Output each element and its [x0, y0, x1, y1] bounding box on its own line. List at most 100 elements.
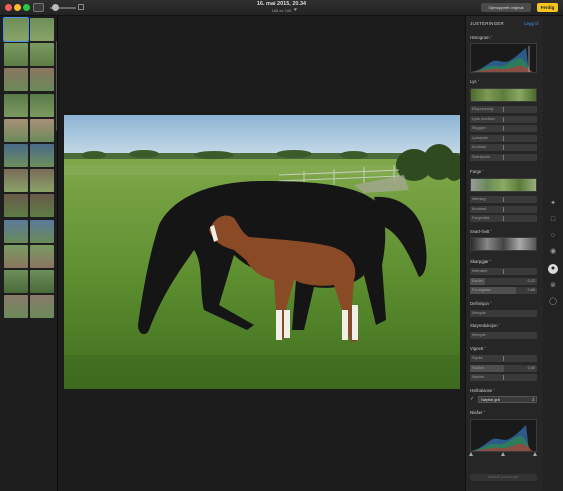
slider-tick: [503, 269, 504, 274]
retouch-icon[interactable]: ●: [548, 264, 558, 274]
thumbnail-item[interactable]: [4, 194, 28, 218]
sharpen-slider[interactable]: Formgjalse 0,68: [470, 287, 537, 295]
eyedropper-icon[interactable]: ✓: [470, 396, 476, 402]
slider-value: 0,22: [527, 278, 535, 283]
noise-section-header[interactable]: Støyreduksjon ˇ: [470, 323, 500, 328]
thumbnail-item[interactable]: [30, 93, 54, 117]
light-slider[interactable]: Lysstyrke: [470, 134, 537, 142]
edit-tools-column: ✦ □ ○ ◉ ● ⊗ ◯: [543, 16, 563, 491]
slider-tick: [503, 206, 504, 212]
light-slider[interactable]: Skygger: [470, 125, 537, 133]
slider-label: Radius: [472, 365, 484, 370]
slider-label: Styrke: [472, 356, 483, 360]
thumbnail-item[interactable]: [30, 68, 54, 92]
thumbnail-item[interactable]: [4, 68, 28, 92]
definition-amount-label: Mengde: [472, 311, 486, 315]
extensions-icon[interactable]: ◯: [548, 297, 558, 307]
definition-section-header[interactable]: Definisjon ˇ: [470, 301, 492, 306]
thumbnail-item[interactable]: [4, 118, 28, 142]
thumbnail-item[interactable]: [30, 244, 54, 268]
definition-amount-slider[interactable]: Mengde: [470, 310, 537, 317]
light-slider[interactable]: Lyse områder: [470, 115, 537, 123]
crop-icon[interactable]: □: [548, 215, 558, 225]
sharpen-slider[interactable]: Kanter 0,22: [470, 277, 537, 285]
color-section-header[interactable]: Farge ˇ: [470, 169, 484, 174]
light-slider[interactable]: Eksponering: [470, 106, 537, 113]
vignette-section-header[interactable]: Vignett ˇ: [470, 346, 486, 351]
levels-histogram[interactable]: [470, 419, 537, 452]
levels-handles[interactable]: [469, 452, 539, 458]
redeye-icon[interactable]: ⊗: [548, 281, 558, 291]
histogram-header[interactable]: Histogram ˇ: [470, 35, 492, 40]
color-slider[interactable]: Metning: [470, 196, 537, 203]
thumbnail-item[interactable]: [30, 43, 54, 67]
vignette-slider[interactable]: Radius 0,50: [470, 364, 537, 372]
slider-tick: [503, 116, 504, 122]
horse-photo: [64, 115, 460, 389]
thumbnail-scrollbar[interactable]: [56, 41, 57, 131]
photo-canvas[interactable]: [59, 16, 465, 491]
slider-label: Mykhet: [472, 375, 485, 380]
slider-tick: [503, 216, 504, 222]
thumbnail-item[interactable]: [4, 144, 28, 167]
thumbnail-item[interactable]: [3, 17, 29, 42]
light-preview-strip[interactable]: [470, 88, 537, 102]
thumbnail-item[interactable]: [30, 219, 54, 243]
reset-adjustments-button[interactable]: Nullstill justeringer: [470, 474, 537, 481]
white-balance-header[interactable]: Hvitbalanse ˇ: [470, 388, 495, 393]
white-balance-dropdown[interactable]: Nøytral grå ⇕: [478, 396, 537, 403]
adjustments-panel: JUSTERINGER Legg til Histogram ˇ Lys ˇ F…: [465, 16, 543, 491]
levels-section-header[interactable]: Nivåer ˇ: [470, 410, 485, 415]
slider-label: Kontrast: [472, 145, 487, 150]
thumbnail-item[interactable]: [30, 194, 54, 218]
thumbnail-item[interactable]: [4, 270, 28, 293]
color-preview-strip[interactable]: [470, 178, 537, 192]
panel-title: JUSTERINGER: [470, 21, 504, 26]
slider-value: 0,50: [527, 365, 535, 370]
bw-section-header[interactable]: Svart-hvitt ˇ: [470, 229, 492, 234]
slider-tick: [503, 126, 504, 132]
sharpen-section-header[interactable]: Skarpgjør ˇ: [470, 259, 491, 264]
photo-count: 166 av 166: [271, 8, 292, 13]
thumbnail-item[interactable]: [30, 18, 54, 41]
thumbnail-item[interactable]: [4, 295, 28, 319]
slider-label: Kontrast: [472, 206, 487, 211]
light-slider[interactable]: Kontrast: [470, 144, 537, 152]
thumbnail-item[interactable]: [4, 43, 28, 67]
thumbnail-item[interactable]: [30, 144, 54, 167]
color-slider[interactable]: Kontrast: [470, 205, 537, 213]
vignette-slider[interactable]: Mykhet: [470, 374, 537, 382]
revert-original-button[interactable]: Gjenopprett original: [481, 3, 531, 12]
slider-tick: [503, 135, 504, 141]
light-slider[interactable]: Svartpunkt: [470, 154, 537, 161]
thumbnail-item[interactable]: [4, 244, 28, 268]
vignette-slider[interactable]: Styrke: [470, 355, 537, 362]
filters-icon[interactable]: ○: [548, 231, 558, 241]
done-button[interactable]: Ferdig: [537, 3, 558, 12]
thumbnail-strip[interactable]: [0, 16, 58, 491]
title-bar: 16. mai 2015, 20.34 166 av 166 ♥ Gjenopp…: [0, 0, 563, 16]
thumbnail-item[interactable]: [4, 93, 28, 117]
edited-photo: [64, 115, 460, 389]
slider-label: Lyse områder: [472, 116, 496, 121]
wand-icon[interactable]: ✦: [548, 199, 558, 209]
noise-amount-slider[interactable]: Mengde: [470, 332, 537, 339]
thumbnail-item[interactable]: [30, 270, 54, 293]
adjust-icon[interactable]: ◉: [548, 247, 558, 257]
bw-preview-strip[interactable]: [470, 237, 537, 251]
dropdown-arrow-icon: ⇕: [531, 397, 535, 402]
slider-label: Intensitet: [472, 269, 488, 273]
thumbnail-item[interactable]: [4, 169, 28, 193]
light-section-header[interactable]: Lys ˇ: [470, 79, 479, 84]
thumbnail-item[interactable]: [30, 118, 54, 142]
thumbnail-item[interactable]: [30, 169, 54, 193]
thumbnail-item[interactable]: [30, 295, 54, 319]
color-slider[interactable]: Fargestikk: [470, 215, 537, 223]
thumbnail-item[interactable]: [4, 219, 28, 243]
slider-label: Eksponering: [472, 107, 494, 111]
favorite-heart-icon[interactable]: ♥: [294, 8, 297, 13]
add-adjustment-link[interactable]: Legg til: [524, 21, 539, 26]
sharpen-slider[interactable]: Intensitet: [470, 268, 537, 275]
white-balance-value: Nøytral grå: [481, 398, 500, 402]
slider-label: Fargestikk: [472, 216, 490, 221]
